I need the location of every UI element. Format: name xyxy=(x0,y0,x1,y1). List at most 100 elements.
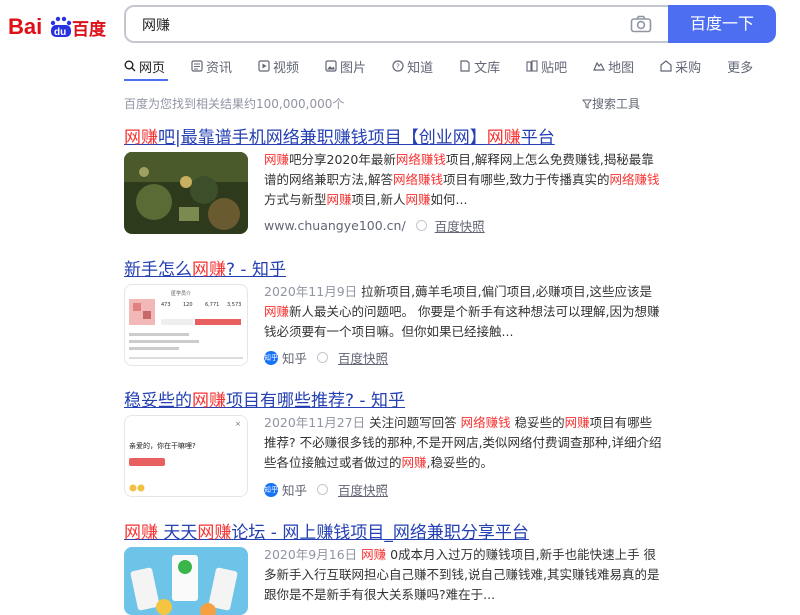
title-highlight: 网赚 xyxy=(192,391,226,411)
tab-label: 地图 xyxy=(608,60,635,76)
tab-label: 采购 xyxy=(675,60,702,76)
svg-text:?: ? xyxy=(396,63,400,71)
snippet-highlight: 网赚 xyxy=(361,547,387,562)
title-text: 吧|最靠谱手机网络兼职赚钱项目【创业网】 xyxy=(158,128,487,148)
result-thumbnail[interactable]: × 亲爱的，你在干嘛哩? xyxy=(124,415,248,497)
title-highlight: 网赚 xyxy=(192,260,226,280)
search-input[interactable] xyxy=(140,7,614,43)
filter-icon xyxy=(582,99,592,109)
search-box[interactable] xyxy=(124,5,668,43)
tab-news[interactable]: 资讯 xyxy=(191,57,232,76)
tab-video[interactable]: 视频 xyxy=(258,57,299,76)
title-text: ? - 知乎 xyxy=(226,260,286,280)
title-text: 稳妥些的 xyxy=(124,391,192,411)
tab-more[interactable]: 更多 xyxy=(727,57,753,76)
snippet-highlight: 网络赚钱 xyxy=(392,172,443,187)
result-date: 2020年11月9日 xyxy=(264,284,358,299)
tab-purchase[interactable]: 采购 xyxy=(660,57,701,76)
search-icon xyxy=(124,60,136,72)
snippet-highlight: 网赚 xyxy=(264,152,290,167)
search-tools[interactable]: 搜索工具 xyxy=(582,95,640,112)
zhihu-icon: 知乎 xyxy=(264,350,278,365)
shield-icon xyxy=(317,352,329,363)
snippet-text: 新人最关心的问题吧。 你要是个新手有这种想法可以理解,因为想赚钱必须要有一个项目… xyxy=(264,304,660,339)
title-highlight: 网赚 xyxy=(197,523,232,543)
kuaizhao-link[interactable]: 百度快照 xyxy=(435,216,485,235)
snippet-highlight: 网赚 xyxy=(401,455,427,470)
source-url[interactable]: www.chuangye100.cn/ xyxy=(264,218,406,233)
active-tab-indicator xyxy=(124,79,168,81)
tab-tieba[interactable]: 贴吧 xyxy=(526,57,567,76)
document-icon xyxy=(460,60,470,72)
tab-web[interactable]: 网页 xyxy=(124,57,165,76)
search-button[interactable]: 百度一下 xyxy=(668,5,776,43)
logo-du: du xyxy=(54,27,66,38)
tab-label: 贴吧 xyxy=(541,60,568,76)
title-highlight: 网赚 xyxy=(486,128,521,148)
snippet-text: 稳妥些的 xyxy=(510,415,565,430)
snippet-text: 关注问题写回答 xyxy=(365,415,461,430)
video-icon xyxy=(258,60,270,72)
svg-text:×: × xyxy=(235,420,241,428)
result-thumbnail[interactable] xyxy=(124,152,248,234)
tab-wenku[interactable]: 文库 xyxy=(459,57,500,76)
result-thumbnail[interactable]: 匿学员介 473 120 6,771 3,573 xyxy=(124,284,248,366)
tab-label: 视频 xyxy=(273,60,300,76)
snippet-text: 如何... xyxy=(430,192,468,207)
result-title[interactable]: 网赚吧|最靠谱手机网络兼职赚钱项目【创业网】网赚平台 xyxy=(124,123,555,148)
kuaizhao-link[interactable]: 百度快照 xyxy=(338,480,388,499)
thumb-name: 匿学员介 xyxy=(171,290,191,297)
result-snippet: 2020年9月16日 网赚 0成本月入过万的赚钱项目,新手也能快速上手 很多新手… xyxy=(264,545,664,605)
result-title[interactable]: 网赚 天天网赚论坛 - 网上赚钱项目_网络兼职分享平台 xyxy=(124,518,529,543)
result-title[interactable]: 新手怎么网赚? - 知乎 xyxy=(124,255,286,280)
news-icon xyxy=(191,60,203,72)
camera-icon[interactable] xyxy=(630,15,652,33)
logo-bai: Bai xyxy=(8,14,42,39)
title-text: 项目有哪些推荐? - 知乎 xyxy=(226,391,405,411)
snippet-text: 项目有哪些,致力于传播真实的 xyxy=(443,172,610,187)
title-text: 天天 xyxy=(158,523,198,543)
source-name[interactable]: 知乎 xyxy=(282,480,307,499)
tab-label: 文库 xyxy=(474,60,501,76)
snippet-highlight: 网赚 xyxy=(405,192,431,207)
title-highlight: 网赚 xyxy=(124,523,158,543)
image-icon xyxy=(325,60,337,72)
map-icon xyxy=(593,61,606,71)
svg-text:120: 120 xyxy=(183,302,193,308)
shield-icon xyxy=(317,484,329,495)
snippet-text: 吧分享2020年最新 xyxy=(289,152,396,167)
snippet-highlight: 网络赚钱 xyxy=(460,415,511,430)
snippet-highlight: 网赚 xyxy=(564,415,590,430)
title-highlight: 网赚 xyxy=(124,128,158,148)
source-name[interactable]: 知乎 xyxy=(282,348,307,367)
baidu-logo[interactable]: Bai du 百度 xyxy=(8,10,108,40)
tab-label: 更多 xyxy=(727,60,754,76)
result-title[interactable]: 稳妥些的网赚项目有哪些推荐? - 知乎 xyxy=(124,386,405,411)
title-text: 论坛 - 网上赚钱项目_网络兼职分享平台 xyxy=(231,523,529,543)
shield-icon xyxy=(415,220,427,231)
question-icon: ? xyxy=(392,60,404,72)
tab-label: 网页 xyxy=(139,60,166,76)
tab-zhidao[interactable]: ? 知道 xyxy=(392,57,433,76)
title-text: 平台 xyxy=(520,128,555,148)
snippet-text: 方式与新型 xyxy=(264,192,327,207)
snippet-text: 拉新项目,薅羊毛项目,偏门项目,必赚项目,这些应该是 xyxy=(357,284,653,299)
snippet-highlight: 网赚 xyxy=(326,192,352,207)
tab-map[interactable]: 地图 xyxy=(593,57,634,76)
purchase-icon xyxy=(660,60,672,72)
logo-baidu-cn: 百度 xyxy=(72,19,107,40)
svg-text:473: 473 xyxy=(161,302,171,308)
svg-text:6,771: 6,771 xyxy=(205,302,219,308)
snippet-highlight: 网络赚钱 xyxy=(395,152,446,167)
tab-label: 资讯 xyxy=(206,60,233,76)
result-source: www.chuangye100.cn/ 百度快照 xyxy=(264,216,485,235)
thumb-line: 亲爱的，你在干嘛哩? xyxy=(129,441,196,450)
tab-images[interactable]: 图片 xyxy=(325,57,366,76)
tab-label: 图片 xyxy=(340,60,367,76)
snippet-text: 项目,新人 xyxy=(351,192,406,207)
result-snippet: 网赚吧分享2020年最新网络赚钱项目,解释网上怎么免费赚钱,揭秘最靠谱的网络兼职… xyxy=(264,150,664,210)
result-snippet: 2020年11月27日 关注问题写回答 网络赚钱 稳妥些的网赚项目有哪些推荐? … xyxy=(264,413,664,473)
result-thumbnail[interactable] xyxy=(124,547,248,615)
snippet-highlight: 网络赚钱 xyxy=(609,172,660,187)
kuaizhao-link[interactable]: 百度快照 xyxy=(338,348,388,367)
